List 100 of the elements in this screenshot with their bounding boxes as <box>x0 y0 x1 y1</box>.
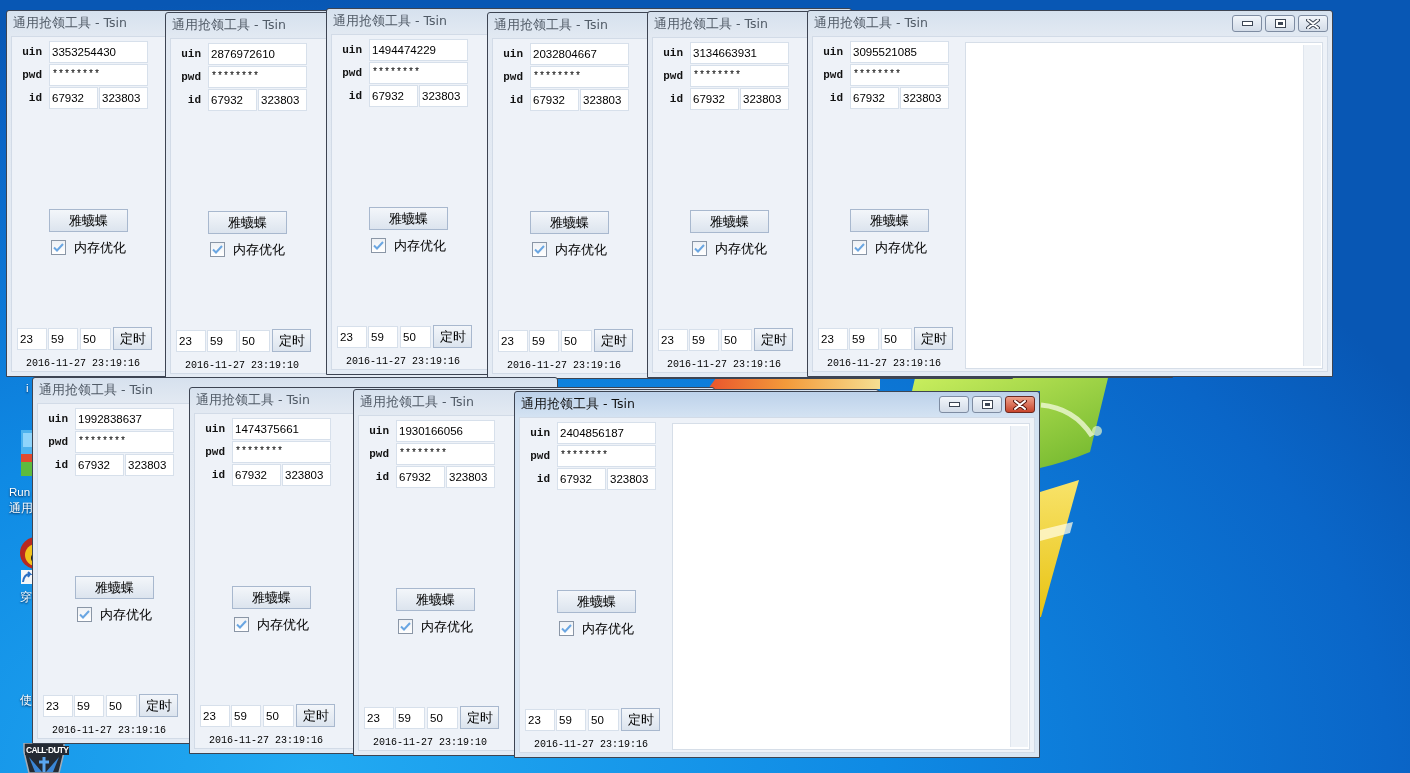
password-field[interactable]: ******** <box>232 441 331 463</box>
uin-field[interactable]: 3134663931 <box>690 42 789 64</box>
time-field[interactable]: 50 <box>80 327 111 350</box>
time-field[interactable]: 50 <box>881 327 912 350</box>
time-field[interactable]: 59 <box>74 694 104 717</box>
id-field[interactable]: 323803 <box>125 454 174 476</box>
checkbox-label[interactable]: 内存优化 <box>233 240 285 259</box>
maximize-button[interactable] <box>972 396 1002 413</box>
uin-field[interactable]: 3095521085 <box>850 41 949 63</box>
id-field[interactable]: 67932 <box>690 88 739 110</box>
time-field[interactable]: 23 <box>525 708 555 731</box>
uin-field[interactable]: 2876972610 <box>208 43 307 65</box>
close-button[interactable] <box>1005 396 1035 413</box>
checkbox[interactable] <box>692 241 707 256</box>
time-field[interactable]: 59 <box>556 708 586 731</box>
password-field[interactable]: ******** <box>75 431 174 453</box>
id-field[interactable]: 323803 <box>258 89 307 111</box>
time-field[interactable]: 59 <box>207 329 237 352</box>
time-field[interactable]: 59 <box>48 327 78 350</box>
action-button[interactable]: 雅蠛蝶 <box>690 210 769 233</box>
password-field[interactable]: ******** <box>49 64 148 86</box>
desktop-icon-label[interactable]: Run 通用 <box>9 484 33 516</box>
id-field[interactable]: 323803 <box>740 88 789 110</box>
time-field[interactable]: 50 <box>106 694 137 717</box>
timer-button[interactable]: 定时 <box>914 327 953 350</box>
id-field[interactable]: 67932 <box>208 89 257 111</box>
checkbox[interactable] <box>51 240 66 255</box>
action-button[interactable]: 雅蠛蝶 <box>850 209 929 232</box>
minimize-button[interactable] <box>1232 15 1262 32</box>
id-field[interactable]: 67932 <box>396 466 445 488</box>
id-field[interactable]: 323803 <box>99 87 148 109</box>
time-field[interactable]: 59 <box>395 706 425 729</box>
checkbox-label[interactable]: 内存优化 <box>715 239 767 258</box>
time-field[interactable]: 23 <box>498 329 528 352</box>
time-field[interactable]: 59 <box>849 327 879 350</box>
time-field[interactable]: 23 <box>818 327 848 350</box>
time-field[interactable]: 23 <box>43 694 73 717</box>
action-button[interactable]: 雅蠛蝶 <box>396 588 475 611</box>
password-field[interactable]: ******** <box>369 62 468 84</box>
checkbox[interactable] <box>210 242 225 257</box>
id-field[interactable]: 323803 <box>607 468 656 490</box>
timer-button[interactable]: 定时 <box>621 708 660 731</box>
checkbox[interactable] <box>852 240 867 255</box>
checkbox[interactable] <box>398 619 413 634</box>
scrollbar-track[interactable] <box>1010 426 1028 747</box>
time-field[interactable]: 59 <box>231 704 261 727</box>
time-field[interactable]: 23 <box>364 706 394 729</box>
id-field[interactable]: 323803 <box>580 89 629 111</box>
time-field[interactable]: 23 <box>337 325 367 348</box>
action-button[interactable]: 雅蠛蝶 <box>49 209 128 232</box>
action-button[interactable]: 雅蠛蝶 <box>232 586 311 609</box>
uin-field[interactable]: 1992838637 <box>75 408 174 430</box>
time-field[interactable]: 50 <box>561 329 592 352</box>
desktop-icon-label[interactable]: i <box>26 380 29 396</box>
action-button[interactable]: 雅蠛蝶 <box>75 576 154 599</box>
checkbox-label[interactable]: 内存优化 <box>875 238 927 257</box>
action-button[interactable]: 雅蠛蝶 <box>369 207 448 230</box>
timer-button[interactable]: 定时 <box>296 704 335 727</box>
timer-button[interactable]: 定时 <box>272 329 311 352</box>
timer-button[interactable]: 定时 <box>460 706 499 729</box>
id-field[interactable]: 67932 <box>232 464 281 486</box>
password-field[interactable]: ******** <box>850 64 949 86</box>
checkbox-label[interactable]: 内存优化 <box>257 615 309 634</box>
checkbox-label[interactable]: 内存优化 <box>555 240 607 259</box>
checkbox[interactable] <box>234 617 249 632</box>
password-field[interactable]: ******** <box>396 443 495 465</box>
time-field[interactable]: 50 <box>588 708 619 731</box>
timer-button[interactable]: 定时 <box>113 327 152 350</box>
timer-button[interactable]: 定时 <box>594 329 633 352</box>
checkbox-label[interactable]: 内存优化 <box>100 605 152 624</box>
uin-field[interactable]: 1474375661 <box>232 418 331 440</box>
action-button[interactable]: 雅蠛蝶 <box>557 590 636 613</box>
scrollbar-track[interactable] <box>1303 45 1321 366</box>
close-button[interactable] <box>1298 15 1328 32</box>
id-field[interactable]: 67932 <box>530 89 579 111</box>
action-button[interactable]: 雅蠛蝶 <box>208 211 287 234</box>
checkbox[interactable] <box>559 621 574 636</box>
uin-field[interactable]: 1930166056 <box>396 420 495 442</box>
password-field[interactable]: ******** <box>208 66 307 88</box>
checkbox-label[interactable]: 内存优化 <box>421 617 473 636</box>
checkbox-label[interactable]: 内存优化 <box>582 619 634 638</box>
time-field[interactable]: 50 <box>400 325 431 348</box>
time-field[interactable]: 50 <box>427 706 458 729</box>
maximize-button[interactable] <box>1265 15 1295 32</box>
checkbox[interactable] <box>77 607 92 622</box>
action-button[interactable]: 雅蠛蝶 <box>530 211 609 234</box>
stacked-blocks-icon[interactable] <box>21 430 32 476</box>
time-field[interactable]: 59 <box>368 325 398 348</box>
time-field[interactable]: 23 <box>176 329 206 352</box>
password-field[interactable]: ******** <box>530 66 629 88</box>
time-field[interactable]: 50 <box>721 328 752 351</box>
timer-button[interactable]: 定时 <box>433 325 472 348</box>
checkbox[interactable] <box>371 238 386 253</box>
timer-button[interactable]: 定时 <box>139 694 178 717</box>
time-field[interactable]: 59 <box>689 328 719 351</box>
id-field[interactable]: 67932 <box>557 468 606 490</box>
time-field[interactable]: 23 <box>17 327 47 350</box>
checkbox[interactable] <box>532 242 547 257</box>
id-field[interactable]: 323803 <box>282 464 331 486</box>
id-field[interactable]: 323803 <box>419 85 468 107</box>
